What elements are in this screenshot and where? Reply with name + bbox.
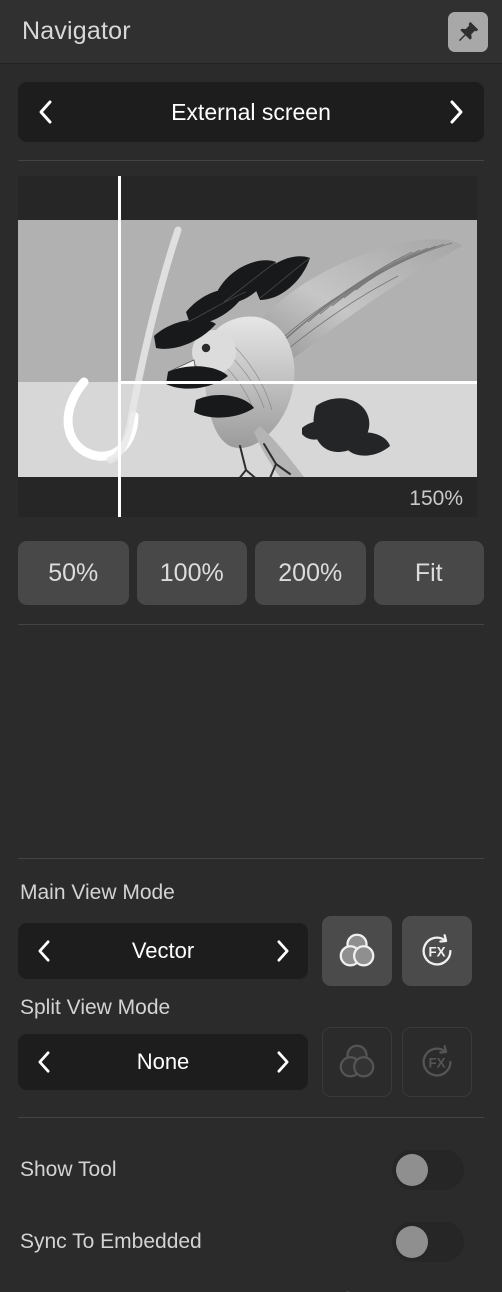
zoom-preset-200[interactable]: 200% <box>255 541 366 605</box>
show-tool-toggle[interactable] <box>392 1150 464 1190</box>
split-view-mode-label: Split View Mode <box>20 996 171 1019</box>
split-view-mode-prev-button[interactable] <box>18 1050 68 1074</box>
divider-toggles <box>18 1117 484 1118</box>
zoom-preset-group: 50% 100% 200% Fit <box>18 541 484 605</box>
crop-guide-horizontal <box>118 381 477 384</box>
chevron-left-icon <box>37 1051 49 1073</box>
pin-panel-button[interactable] <box>448 12 488 52</box>
toggle-knob <box>396 1226 428 1258</box>
main-view-fx-button[interactable]: FX <box>402 916 472 986</box>
main-view-mode-selector[interactable]: Vector <box>18 923 308 979</box>
toggle-knob <box>396 1154 428 1186</box>
show-tool-label: Show Tool <box>20 1158 117 1181</box>
chevron-right-icon <box>277 1051 289 1073</box>
sync-to-embedded-row: Sync To Embedded <box>20 1220 464 1264</box>
zoom-preset-fit[interactable]: Fit <box>373 541 484 605</box>
main-view-mode-prev-button[interactable] <box>18 939 68 963</box>
svg-text:FX: FX <box>428 1056 445 1071</box>
main-view-mode-label: Main View Mode <box>20 881 175 904</box>
screen-selector-value: External screen <box>171 98 331 125</box>
svg-text:FX: FX <box>428 945 445 960</box>
split-view-channels-button[interactable] <box>322 1027 392 1097</box>
fx-circle-icon: FX <box>422 934 452 966</box>
color-channels-icon <box>339 933 375 967</box>
sync-to-embedded-toggle[interactable] <box>392 1222 464 1262</box>
chevron-right-icon <box>450 100 463 124</box>
screen-selector[interactable]: External screen <box>18 82 484 142</box>
screen-prev-button[interactable] <box>18 99 72 125</box>
divider-dials <box>18 858 484 859</box>
fx-circle-icon: FX <box>422 1045 452 1077</box>
split-view-mode-next-button[interactable] <box>258 1050 308 1074</box>
main-view-channels-button[interactable] <box>322 916 392 986</box>
navigator-preview[interactable]: 150% <box>18 176 477 517</box>
preview-zoom-readout: 150% <box>409 487 463 510</box>
chevron-left-icon <box>37 940 49 962</box>
main-view-mode-value: Vector <box>131 938 195 963</box>
page-title: Navigator <box>22 17 131 45</box>
split-view-mode-value: None <box>136 1049 190 1074</box>
preview-image <box>18 220 477 477</box>
color-channels-icon <box>339 1044 375 1078</box>
zoom-preset-100[interactable]: 100% <box>136 541 247 605</box>
transform-dials: 0.0 ° 150.0 % Rotation Zoom <box>0 640 502 1292</box>
zoom-preset-50[interactable]: 50% <box>18 541 129 605</box>
show-tool-row: Show Tool <box>20 1148 464 1192</box>
screen-next-button[interactable] <box>430 99 484 125</box>
divider-presets <box>18 624 484 625</box>
panel-titlebar: Navigator <box>0 0 502 64</box>
chevron-right-icon <box>277 940 289 962</box>
pushpin-icon <box>458 21 479 42</box>
chevron-left-icon <box>39 100 52 124</box>
sync-to-embedded-label: Sync To Embedded <box>20 1230 202 1253</box>
split-view-fx-button[interactable]: FX <box>402 1027 472 1097</box>
split-view-mode-selector[interactable]: None <box>18 1034 308 1090</box>
preview-bird-artwork <box>63 226 462 477</box>
crop-guide-vertical <box>118 176 121 517</box>
divider-top <box>18 160 484 161</box>
navigator-panel: Navigator External screen 150% 50% 100% … <box>0 0 502 1292</box>
main-view-mode-next-button[interactable] <box>258 939 308 963</box>
